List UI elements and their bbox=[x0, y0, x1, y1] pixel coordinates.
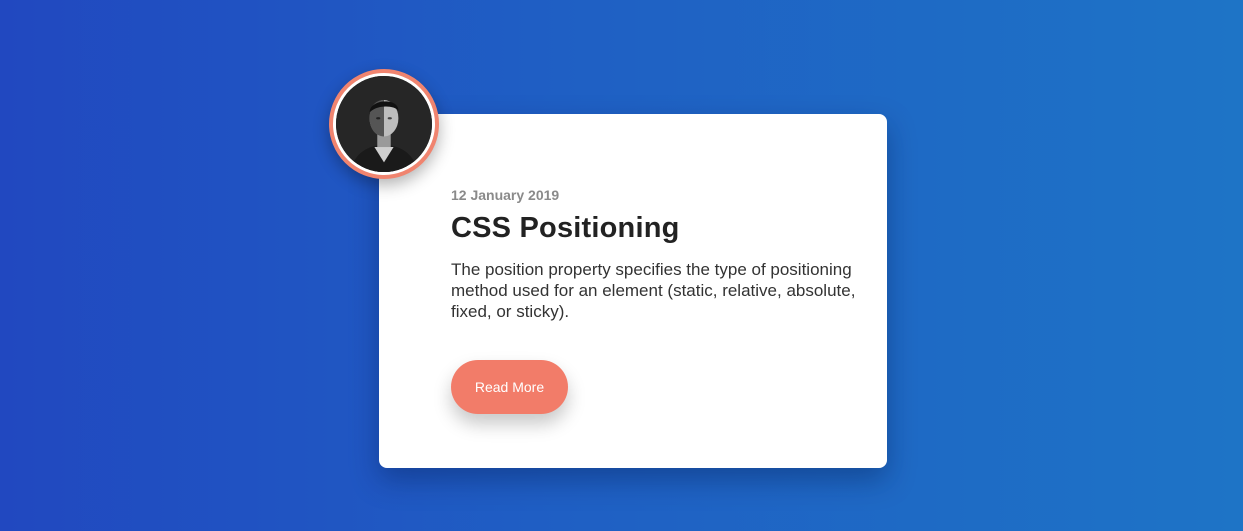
article-title: CSS Positioning bbox=[451, 212, 680, 244]
article-date: 12 January 2019 bbox=[451, 187, 560, 203]
author-avatar bbox=[329, 69, 439, 179]
read-more-button[interactable]: Read More bbox=[451, 360, 568, 414]
article-description: The position property specifies the type… bbox=[451, 260, 856, 321]
author-photo bbox=[336, 76, 432, 172]
article-card: 12 January 2019 CSS Positioning The posi… bbox=[379, 114, 887, 468]
author-photo-icon bbox=[336, 76, 432, 172]
